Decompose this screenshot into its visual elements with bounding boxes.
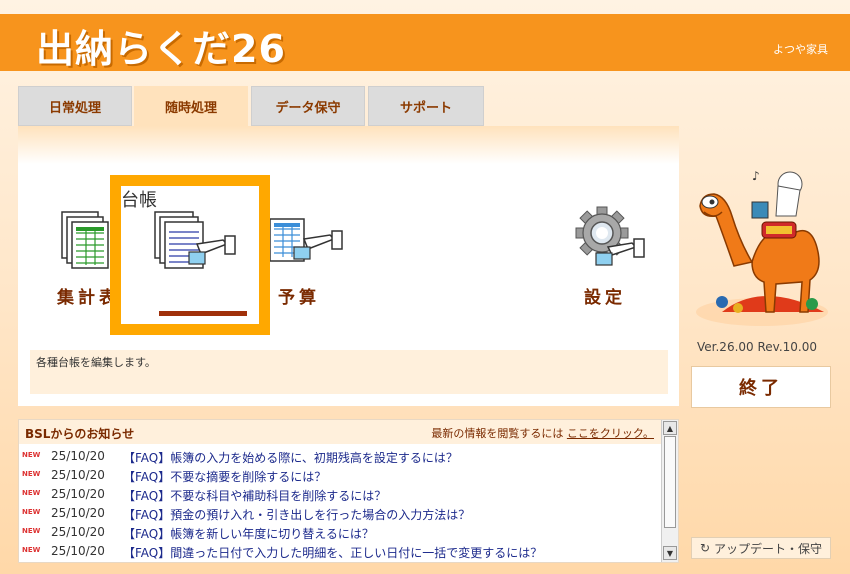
news-hint: 最新の情報を閲覧するには ここをクリック。 <box>431 425 654 441</box>
tab-label: サポート <box>399 100 452 116</box>
budget-label: 予算 <box>278 288 320 308</box>
news-date: 25/10/20 <box>51 449 105 463</box>
tab-daily[interactable]: 日常処理 <box>18 86 132 126</box>
settings-label: 設定 <box>584 288 626 308</box>
news-text[interactable]: 【FAQ】間違った日付で入力した明細を、正しい日付に一括で変更するには？ <box>123 544 542 561</box>
news-date: 25/10/20 <box>51 544 105 558</box>
tab-occasional[interactable]: 随時処理 <box>134 86 248 126</box>
news-item[interactable]: NEW 25/10/20 【FAQ】不要な摘要を削除するには？ <box>19 466 662 484</box>
exit-label: 終了 <box>739 378 783 399</box>
news-scrollbar[interactable]: ▲ ▼ <box>661 420 678 562</box>
news-item[interactable]: NEW 25/10/20 【FAQ】間違った日付で入力した明細を、正しい日付に一… <box>19 542 662 560</box>
news-text[interactable]: 【FAQ】預金の預け入れ・引き出しを行った場合の入力方法は？ <box>123 506 470 523</box>
news-item[interactable]: NEW 25/10/20 【FAQ】不要な科目や補助科目を削除するには？ <box>19 485 662 503</box>
news-hint-text: 最新の情報を閲覧するには <box>431 427 564 440</box>
new-badge: NEW <box>22 527 41 535</box>
budget-sheet-icon <box>269 218 343 262</box>
news-text[interactable]: 【FAQ】不要な摘要を削除するには？ <box>123 468 326 485</box>
news-date: 25/10/20 <box>51 525 105 539</box>
tab-label: データ保守 <box>275 100 341 116</box>
ledger-icon <box>154 211 236 269</box>
new-badge: NEW <box>22 508 41 516</box>
news-panel: BSLからのお知らせ 最新の情報を閲覧するには ここをクリック。 NEW 25/… <box>18 419 679 563</box>
scroll-up-icon[interactable]: ▲ <box>663 421 677 435</box>
update-maintenance-button[interactable]: ↻ アップデート・保守 <box>691 537 831 559</box>
settings-button[interactable]: 設定 <box>570 205 650 308</box>
news-header: BSLからのお知らせ 最新の情報を閲覧するには ここをクリック。 <box>19 420 662 444</box>
update-label: アップデート・保守 <box>714 541 823 556</box>
tab-support[interactable]: サポート <box>368 86 484 126</box>
ledger-button[interactable]: 台帳 <box>110 175 270 335</box>
news-item[interactable]: NEW 25/10/20 【FAQ】帳簿の入力を始める際に、初期残高を設定するに… <box>19 447 662 465</box>
svg-text:♪: ♪ <box>752 169 760 183</box>
news-date: 25/10/20 <box>51 487 105 501</box>
news-item[interactable]: NEW 25/10/20 【FAQ】帳簿を新しい年度に切り替えるには？ <box>19 523 662 541</box>
news-text[interactable]: 【FAQ】帳簿を新しい年度に切り替えるには？ <box>123 525 374 542</box>
description-text: 各種台帳を編集します。 <box>36 356 156 369</box>
new-badge: NEW <box>22 451 41 459</box>
news-date: 25/10/20 <box>51 468 105 482</box>
scroll-thumb[interactable] <box>664 436 676 528</box>
new-badge: NEW <box>22 489 41 497</box>
selection-underline <box>159 311 247 316</box>
spreadsheet-icon <box>61 211 109 269</box>
tab-label: 日常処理 <box>48 100 101 116</box>
tab-data-maintenance[interactable]: データ保守 <box>251 86 365 126</box>
news-date: 25/10/20 <box>51 506 105 520</box>
new-badge: NEW <box>22 546 41 554</box>
version-text: Ver.26.00 Rev.10.00 <box>697 340 817 354</box>
gear-icon <box>575 206 645 266</box>
scroll-down-icon[interactable]: ▼ <box>663 546 677 560</box>
ledger-label: 台帳 <box>121 190 157 211</box>
exit-button[interactable]: 終了 <box>691 366 831 408</box>
feature-description: 各種台帳を編集します。 <box>30 350 668 394</box>
camel-mascot-icon: ♪ <box>696 169 828 326</box>
new-badge: NEW <box>22 470 41 478</box>
app-header: 出納らくだ26 よつや家具 <box>0 14 850 71</box>
company-name: よつや家具 <box>773 43 828 56</box>
refresh-icon: ↻ <box>699 541 711 555</box>
news-text[interactable]: 【FAQ】不要な科目や補助科目を削除するには？ <box>123 487 386 504</box>
tab-label: 随時処理 <box>164 100 217 116</box>
news-text[interactable]: 【FAQ】帳簿の入力を始める際に、初期残高を設定するには？ <box>123 449 458 466</box>
news-title: BSLからのお知らせ <box>25 427 135 441</box>
app-logo: 出納らくだ26 <box>36 27 286 71</box>
news-click-link[interactable]: ここをクリック。 <box>567 427 654 440</box>
budget-button[interactable]: 予算 <box>268 205 358 308</box>
ledger-button-face: 台帳 <box>121 186 259 324</box>
news-item[interactable]: NEW 25/10/20 【FAQ】預金の預け入れ・引き出しを行った場合の入力方… <box>19 504 662 522</box>
